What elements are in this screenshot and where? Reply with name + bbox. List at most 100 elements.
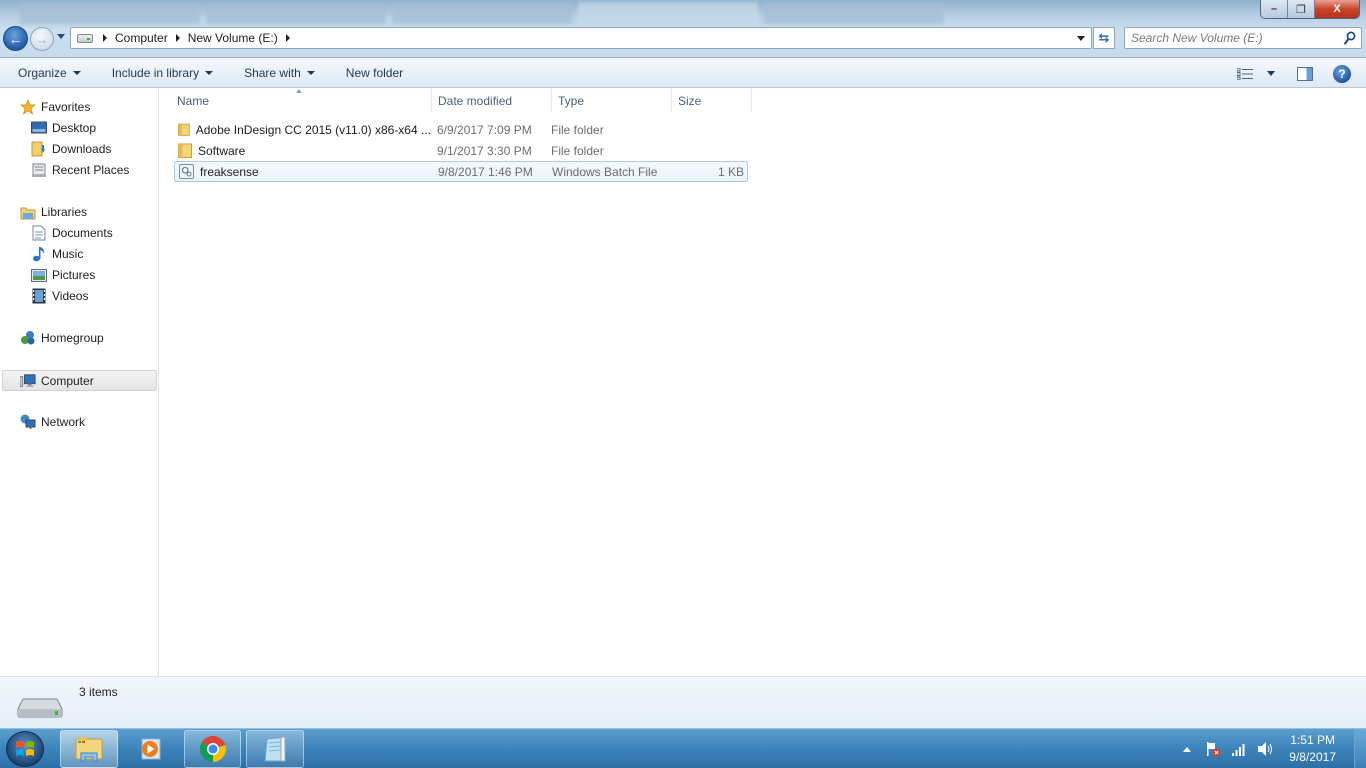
- libraries-icon: [20, 204, 36, 220]
- column-label: Date modified: [438, 93, 513, 108]
- minimize-button[interactable]: –: [1261, 0, 1288, 18]
- forward-button[interactable]: →: [30, 27, 54, 51]
- recent-pages-dropdown[interactable]: [57, 34, 65, 39]
- nav-label: Videos: [52, 289, 89, 303]
- network-signal-icon[interactable]: [1231, 742, 1247, 756]
- recent-places-icon: [31, 162, 47, 178]
- nav-computer[interactable]: Computer: [2, 370, 157, 391]
- nav-label: Pictures: [52, 268, 96, 282]
- nav-homegroup[interactable]: Homegroup: [0, 328, 157, 348]
- videos-icon: [31, 288, 47, 304]
- include-in-library-button[interactable]: Include in library: [90, 58, 222, 87]
- star-icon: [20, 99, 36, 115]
- address-history-dropdown[interactable]: [1077, 36, 1085, 41]
- forward-arrow-icon: →: [35, 31, 49, 47]
- file-type-cell: Windows Batch File: [552, 164, 658, 179]
- show-desktop-button[interactable]: [1354, 729, 1366, 768]
- background-tab: [392, 2, 572, 24]
- nav-videos[interactable]: Videos: [0, 286, 157, 306]
- computer-icon: [20, 373, 36, 389]
- nav-libraries[interactable]: Libraries: [0, 202, 157, 222]
- breadcrumb-chevron-icon[interactable]: [285, 34, 290, 42]
- address-bar[interactable]: Computer New Volume (E:): [70, 27, 1092, 49]
- search-box[interactable]: [1124, 27, 1362, 49]
- preview-pane-icon[interactable]: [1297, 66, 1313, 81]
- drive-icon: [77, 33, 93, 43]
- volume-icon[interactable]: [1257, 741, 1275, 757]
- organize-button[interactable]: Organize: [0, 58, 90, 87]
- file-row[interactable]: Adobe InDesign CC 2015 (v11.0) x86-x64 .…: [174, 119, 746, 140]
- back-button[interactable]: ←: [3, 26, 28, 51]
- clock[interactable]: 1:51 PM 9/8/2017: [1289, 732, 1336, 766]
- nav-recent-places[interactable]: Recent Places: [0, 160, 157, 180]
- clock-time: 1:51 PM: [1290, 733, 1335, 747]
- share-with-label: Share with: [244, 65, 301, 80]
- documents-icon: [31, 225, 47, 241]
- column-header-size[interactable]: Size: [672, 88, 752, 113]
- show-hidden-icons-button[interactable]: [1183, 746, 1192, 752]
- media-player-icon: [141, 738, 161, 760]
- help-icon[interactable]: ?: [1333, 64, 1351, 83]
- system-tray: 1:51 PM 9/8/2017: [1183, 729, 1366, 768]
- breadcrumb-chevron-icon[interactable]: [103, 34, 107, 42]
- share-with-button[interactable]: Share with: [222, 58, 324, 87]
- column-header-date-modified[interactable]: Date modified: [432, 88, 552, 113]
- nav-network[interactable]: Network: [0, 412, 157, 432]
- column-label: Type: [558, 93, 585, 108]
- window-controls: – ❐ X: [1260, 0, 1360, 19]
- file-row[interactable]: Software 9/1/2017 3:30 PM File folder: [174, 140, 746, 161]
- breadcrumb-new-volume[interactable]: New Volume (E:): [188, 31, 278, 45]
- new-folder-label: New folder: [345, 65, 404, 80]
- nav-pictures[interactable]: Pictures: [0, 265, 157, 285]
- taskbar: 1:51 PM 9/8/2017: [0, 728, 1366, 768]
- nav-label: Documents: [52, 226, 113, 240]
- column-header-name[interactable]: Name: [160, 88, 432, 113]
- search-icon[interactable]: [1344, 31, 1356, 45]
- nav-label: Libraries: [41, 205, 88, 219]
- background-browser-tabs: [20, 2, 1250, 26]
- taskbar-notepad[interactable]: [246, 730, 304, 768]
- taskbar-media-player[interactable]: [122, 730, 180, 768]
- taskbar-chrome[interactable]: [184, 730, 241, 768]
- file-type-cell: File folder: [551, 143, 604, 158]
- background-tab: [206, 2, 386, 24]
- breadcrumb-chevron-icon[interactable]: [175, 34, 180, 42]
- action-center-flag-icon[interactable]: [1205, 741, 1221, 757]
- nav-label: Homegroup: [41, 331, 104, 345]
- nav-label: Computer: [41, 373, 94, 388]
- breadcrumb-computer[interactable]: Computer: [115, 31, 168, 45]
- file-name-cell: freaksense: [175, 162, 432, 181]
- file-size-cell: [671, 119, 746, 140]
- file-date-cell: 6/9/2017 7:09 PM: [437, 122, 532, 137]
- windows-logo-icon: [16, 741, 34, 756]
- close-button[interactable]: X: [1315, 0, 1359, 18]
- file-row-selected[interactable]: freaksense 9/8/2017 1:46 PM Windows Batc…: [174, 161, 748, 182]
- dropdown-arrow-icon: [306, 70, 315, 75]
- details-pane: 3 items: [0, 676, 1366, 728]
- refresh-button[interactable]: ⇆: [1093, 27, 1115, 49]
- start-button[interactable]: [6, 731, 44, 767]
- more-views-dropdown[interactable]: [1267, 71, 1275, 76]
- dropdown-arrow-icon: [205, 70, 214, 75]
- search-input[interactable]: [1125, 28, 1335, 48]
- nav-music[interactable]: Music: [0, 244, 157, 264]
- nav-downloads[interactable]: Downloads: [0, 139, 157, 159]
- command-bar: Organize Include in library Share with N…: [0, 57, 1366, 88]
- restore-button[interactable]: ❐: [1288, 0, 1315, 18]
- change-view-icon[interactable]: [1237, 67, 1253, 80]
- nav-desktop[interactable]: Desktop: [0, 118, 157, 138]
- view-controls: ?: [1237, 58, 1366, 89]
- taskbar-explorer[interactable]: [60, 730, 118, 768]
- nav-documents[interactable]: Documents: [0, 223, 157, 243]
- hard-drive-icon: [17, 698, 63, 718]
- explorer-icon: [75, 737, 103, 762]
- navigation-pane: Favorites Desktop Downloads Recent Place…: [0, 88, 159, 676]
- column-header-type[interactable]: Type: [552, 88, 672, 113]
- column-headers: Name Date modified Type Size: [160, 88, 752, 113]
- nav-label: Downloads: [52, 142, 112, 156]
- new-folder-button[interactable]: New folder: [324, 58, 412, 87]
- nav-favorites[interactable]: Favorites: [0, 97, 157, 117]
- window-title-bar: – ❐ X ← → Computer New Volume (E:) ⇆: [0, 0, 1366, 57]
- column-label: Name: [177, 93, 210, 108]
- file-type-cell: File folder: [551, 122, 604, 137]
